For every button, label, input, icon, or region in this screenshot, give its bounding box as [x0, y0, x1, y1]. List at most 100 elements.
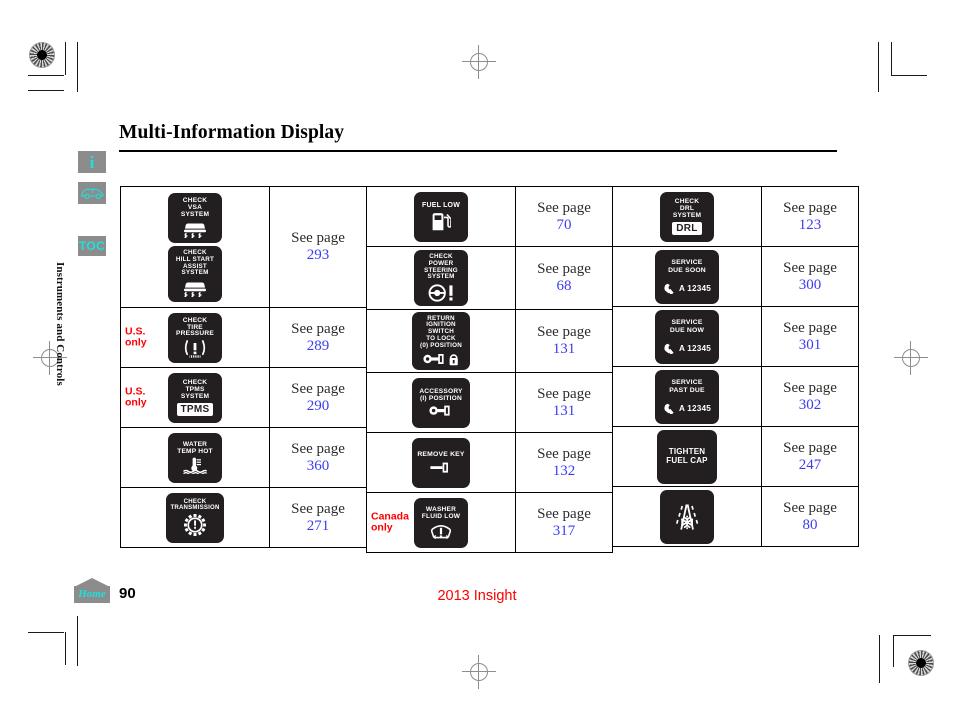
service-due-now-icon-code: A 12345 [678, 343, 712, 353]
see-page-cell[interactable]: See page 247 [761, 426, 859, 487]
see-page-cell[interactable]: See page 290 [269, 367, 367, 428]
see-page-label: See page [291, 500, 345, 517]
see-page-cell[interactable]: See page 131 [515, 309, 613, 373]
table-row: TIGHTEN FUEL CAP See page 247 [612, 426, 859, 487]
see-page-cell[interactable]: See page 302 [761, 366, 859, 427]
indicator-icon-stack: TIGHTEN FUEL CAP [613, 427, 761, 486]
page-reference-link[interactable]: 70 [516, 217, 612, 234]
table-row: U.S. only CHECK TPMS SYSTEM TPMS See page 290 [120, 367, 367, 428]
service-past-due-icon: SERVICE PAST DUE A 12345 [655, 369, 719, 424]
see-page-cell[interactable]: See page 131 [515, 372, 613, 433]
fuel-low-icon: FUEL LOW [414, 191, 468, 242]
table-row: ACCESSORY (I) POSITION See page 131 [366, 372, 613, 433]
crop-mark-bottom-left [0, 600, 130, 710]
see-page-cell[interactable]: See page 70 [515, 186, 613, 247]
sidebar-info-button[interactable]: i [78, 151, 106, 173]
check-drl-system-icon: CHECK DRL SYSTEM DRL [660, 191, 714, 242]
crop-line [878, 42, 879, 92]
crop-line [893, 635, 931, 636]
table-row: U.S. only CHECK TIRE PRESSURE See page 289 [120, 307, 367, 368]
check-power-steering-system-icon-text: CHECK POWER STEERING SYSTEM [424, 253, 458, 281]
page-reference-link[interactable]: 360 [270, 458, 366, 475]
see-page-label: See page [783, 439, 837, 456]
check-power-steering-system-icon: CHECK POWER STEERING SYSTEM [414, 250, 468, 306]
table-row: FUEL LOW See page 70 [366, 186, 613, 247]
page-reference-link[interactable]: 247 [762, 457, 858, 474]
page-reference-link[interactable]: 132 [516, 463, 612, 480]
title-divider [119, 150, 837, 152]
registration-bullseye-icon [29, 42, 55, 68]
crop-line [891, 42, 892, 75]
see-page-cell[interactable]: See page 289 [269, 307, 367, 368]
washer-fluid-low-icon: WASHER FLUID LOW [414, 497, 468, 548]
see-page-cell[interactable]: See page 132 [515, 432, 613, 493]
see-page-cell[interactable]: See page 123 [761, 186, 859, 247]
service-due-soon-icon-glyph: A 12345 [663, 283, 711, 294]
page-reference-link[interactable]: 293 [270, 247, 366, 264]
service-due-now-icon-glyph: A 12345 [663, 343, 711, 354]
registration-crosshair-icon-bottom [462, 655, 496, 689]
check-tpms-system-icon-text: CHECK TPMS SYSTEM [180, 379, 210, 400]
see-page-cell[interactable]: See page 293 [269, 186, 367, 308]
page-reference-link[interactable]: 80 [762, 517, 858, 534]
see-page-cell[interactable]: See page 68 [515, 246, 613, 310]
see-page-cell[interactable]: See page 300 [761, 246, 859, 307]
check-drl-system-icon-glyph: DRL [672, 221, 702, 235]
see-page-cell[interactable]: See page 317 [515, 492, 613, 553]
table-row: CHECK TRANSMISSION See page 271 [120, 487, 367, 548]
indicator-cell: REMOVE KEY [366, 432, 516, 493]
service-due-now-icon: SERVICE DUE NOW A 12345 [655, 309, 719, 364]
page-reference-link[interactable]: 131 [516, 403, 612, 420]
page-reference-link[interactable]: 301 [762, 337, 858, 354]
see-page-cell[interactable]: See page 301 [761, 306, 859, 367]
icy-road-warning-icon-glyph [669, 503, 705, 531]
table-row: SERVICE DUE SOON A 12345 See page 300 [612, 246, 859, 307]
check-transmission-icon-text: CHECK TRANSMISSION [170, 497, 220, 511]
return-ignition-switch-to-lock-icon-glyph [423, 352, 459, 366]
page-title: Multi-Information Display [119, 122, 345, 143]
page-reference-link[interactable]: 317 [516, 523, 612, 540]
page-reference-link[interactable]: 68 [516, 278, 612, 295]
indicator-cell: CHECK POWER STEERING SYSTEM [366, 246, 516, 310]
see-page-label: See page [537, 199, 591, 216]
indicator-cell: CHECK DRL SYSTEM DRL [612, 186, 762, 247]
section-tab-label: Instruments and Controls [54, 262, 66, 386]
page-reference-link[interactable]: 300 [762, 277, 858, 294]
washer-fluid-low-icon-glyph [429, 522, 453, 540]
crop-line [28, 75, 64, 76]
service-past-due-icon-code: A 12345 [678, 403, 712, 413]
check-hill-start-assist-system-icon-glyph [182, 280, 208, 297]
region-flag-line-1: U.S. [125, 324, 146, 337]
crop-mark-bottom-right [860, 600, 954, 710]
region-flag-line-2: only [125, 336, 147, 349]
table-row: See page 80 [612, 486, 859, 547]
see-page-cell[interactable]: See page 271 [269, 487, 367, 548]
registration-bullseye-icon [908, 650, 934, 676]
page-reference-link[interactable]: 123 [762, 217, 858, 234]
region-flag-line-1: U.S. [125, 384, 146, 397]
see-page-label: See page [537, 385, 591, 402]
sidebar-vehicle-button[interactable] [78, 182, 106, 204]
crop-mark-top-left [0, 0, 130, 120]
see-page-cell[interactable]: See page 80 [761, 486, 859, 547]
fuel-low-icon-glyph [431, 212, 451, 231]
crop-line [65, 42, 66, 75]
table-row: SERVICE PAST DUE A 12345 See page 302 [612, 366, 859, 427]
crop-line [77, 42, 78, 92]
indicator-cell: U.S. only CHECK TPMS SYSTEM TPMS [120, 367, 270, 428]
indicator-icon-stack: SERVICE DUE SOON A 12345 [613, 247, 761, 306]
table-row: CHECK VSA SYSTEM CHECK HILL START ASSIST SYSTE… [120, 186, 367, 308]
indicator-table-column-2: FUEL LOW See page 70 CHECK POWER STEERING SYST… [366, 186, 613, 553]
page-reference-link[interactable]: 131 [516, 341, 612, 358]
page-reference-link[interactable]: 289 [270, 338, 366, 355]
tighten-fuel-cap-icon: TIGHTEN FUEL CAP [657, 429, 717, 484]
page-reference-link[interactable]: 271 [270, 518, 366, 535]
crop-line [65, 632, 66, 665]
see-page-cell[interactable]: See page 360 [269, 427, 367, 488]
page-reference-link[interactable]: 302 [762, 397, 858, 414]
us-only-flag: U.S. only [125, 384, 147, 410]
page-reference-link[interactable]: 290 [270, 398, 366, 415]
sidebar-toc-button[interactable]: TOC [78, 236, 106, 256]
check-tpms-system-icon: CHECK TPMS SYSTEM TPMS [168, 372, 222, 423]
check-transmission-icon: CHECK TRANSMISSION [166, 492, 224, 543]
